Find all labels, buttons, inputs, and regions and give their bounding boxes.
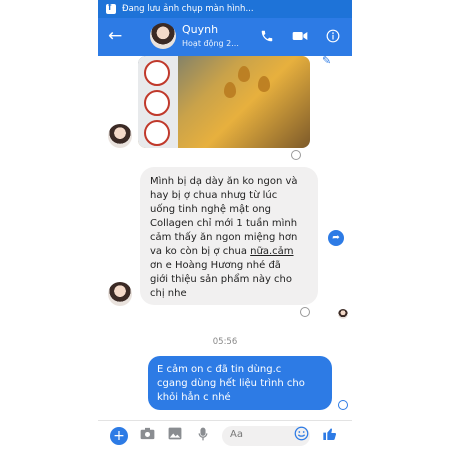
message-line: Collagen chỉ mới 1 tuần mình bbox=[150, 218, 298, 229]
contact-avatar-small[interactable] bbox=[108, 282, 132, 306]
virus-icon bbox=[144, 120, 170, 146]
message-line: chị nhe bbox=[150, 288, 187, 299]
smiley-icon[interactable] bbox=[294, 426, 309, 445]
honey-drop bbox=[238, 66, 250, 82]
share-icon[interactable]: ➦ bbox=[328, 230, 344, 246]
seen-avatar-icon bbox=[338, 309, 348, 319]
contact-name[interactable]: Quynh bbox=[182, 23, 218, 36]
video-icon[interactable] bbox=[292, 28, 308, 47]
info-icon[interactable] bbox=[326, 28, 340, 47]
back-icon[interactable]: ← bbox=[108, 27, 122, 45]
delivered-check-icon bbox=[338, 400, 348, 410]
honey-drop bbox=[224, 82, 236, 98]
message-line: giới thiệu sản phẩm này cho bbox=[150, 274, 293, 285]
messenger-screen: Đang lưu ảnh chụp màn hình... ← Quynh Ho… bbox=[98, 0, 352, 450]
image-icon[interactable] bbox=[168, 427, 182, 444]
phone-icon[interactable] bbox=[260, 28, 274, 47]
mic-icon[interactable] bbox=[198, 427, 208, 445]
message-text: va ko còn bị ợ chua bbox=[150, 246, 251, 257]
reaction-icon[interactable] bbox=[300, 307, 310, 317]
message-composer: + Aa bbox=[98, 420, 352, 450]
presence-status: Hoạt động 2... bbox=[182, 39, 239, 48]
status-text: Đang lưu ảnh chụp màn hình... bbox=[122, 4, 254, 14]
message-line: Mình bị dạ dày ăn ko ngon và bbox=[150, 176, 298, 187]
chat-header: ← Quynh Hoạt động 2... bbox=[98, 18, 352, 56]
camera-icon[interactable] bbox=[140, 427, 155, 444]
thumbs-up-icon[interactable] bbox=[322, 426, 338, 446]
stomach-icon bbox=[144, 90, 170, 116]
incoming-message[interactable]: Mình bị dạ dày ăn ko ngon và hay bị ợ ch… bbox=[140, 167, 318, 305]
message-line: cảm thấy ăn ngon miệng hơn bbox=[150, 232, 298, 243]
message-link[interactable]: nữa.cảm bbox=[250, 246, 293, 257]
message-line: ơn e Hoàng Hương nhé đã bbox=[150, 260, 281, 271]
reaction-icon[interactable] bbox=[291, 150, 301, 160]
honey-drop bbox=[258, 76, 270, 92]
message-line: va ko còn bị ợ chua nữa.cảm bbox=[150, 245, 308, 259]
status-bar: Đang lưu ảnh chụp màn hình... bbox=[98, 0, 352, 18]
pencil-icon[interactable]: ✎ bbox=[322, 54, 331, 67]
outgoing-message[interactable]: E cảm on c đã tin dùng.c cgang dùng hết … bbox=[148, 356, 332, 410]
message-line: hay bị ợ chua nhưg từ lúc bbox=[150, 190, 278, 201]
contact-avatar[interactable] bbox=[150, 23, 176, 49]
message-line: uống tinh nghệ mật ong bbox=[150, 204, 272, 215]
contact-avatar-small[interactable] bbox=[108, 124, 132, 148]
shared-product-photo[interactable] bbox=[138, 56, 310, 148]
facebook-icon bbox=[106, 2, 116, 14]
plus-icon[interactable]: + bbox=[110, 427, 128, 445]
message-timestamp: 05:56 bbox=[212, 337, 238, 347]
heart-icon bbox=[144, 60, 170, 86]
